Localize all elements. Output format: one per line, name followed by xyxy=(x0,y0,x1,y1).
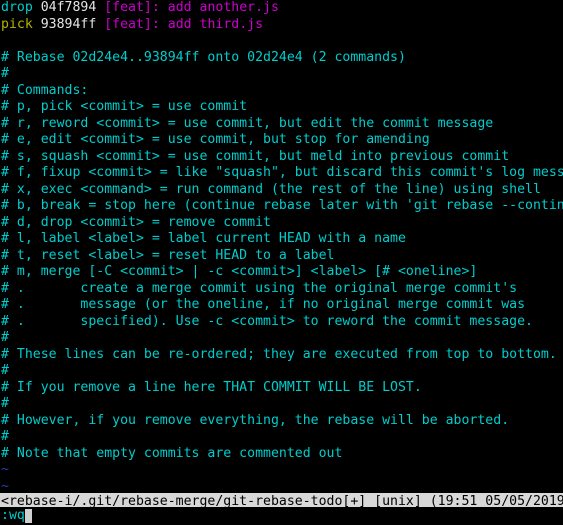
comment-text: # f, fixup <commit> = like "squash", but… xyxy=(1,165,563,180)
comment-line[interactable]: # These lines can be re-ordered; they ar… xyxy=(0,347,563,364)
blank-line[interactable] xyxy=(0,33,563,50)
comment-line[interactable]: # xyxy=(0,396,563,413)
todo-commit-hash: 04f7894 xyxy=(32,0,97,15)
comment-text: # b, break = stop here (continue rebase … xyxy=(1,198,563,213)
todo-line[interactable]: pick 93894ff [feat]: add third.js xyxy=(0,17,563,34)
comment-line[interactable]: # xyxy=(0,330,563,347)
comment-line[interactable]: # m, merge [-C <commit> | -c <commit>] <… xyxy=(0,264,563,281)
comment-line[interactable]: # Note that empty commits are commented … xyxy=(0,446,563,463)
comment-text: # . create a merge commit using the orig… xyxy=(1,280,518,296)
comment-line[interactable]: # f, fixup <commit> = like "squash", but… xyxy=(0,165,563,182)
comment-text: # xyxy=(1,66,9,81)
comment-text: # . message (or the oneline, if no origi… xyxy=(1,297,526,312)
comment-text: # t, reset <label> = reset HEAD to a lab… xyxy=(1,247,335,263)
command-line-text: :wq xyxy=(1,508,25,523)
comment-line[interactable]: # Commands: xyxy=(0,83,563,100)
comment-line[interactable]: # e, edit <commit> = use commit, but sto… xyxy=(0,132,563,149)
comment-line[interactable]: # d, drop <commit> = remove commit xyxy=(0,215,563,232)
comment-text: # Note that empty commits are commented … xyxy=(1,445,343,461)
comment-line[interactable]: # s, squash <commit> = use commit, but m… xyxy=(0,149,563,166)
comment-line[interactable]: # l, label <label> = label current HEAD … xyxy=(0,231,563,248)
text-cursor xyxy=(24,509,32,523)
comment-text: # l, label <label> = label current HEAD … xyxy=(1,231,406,246)
comment-line[interactable]: # xyxy=(0,429,563,446)
comment-text: # However, if you remove everything, the… xyxy=(1,412,510,428)
comment-text: # xyxy=(1,429,9,444)
comment-line[interactable]: # Rebase 02d24e4..93894ff onto 02d24e4 (… xyxy=(0,50,563,67)
comment-line[interactable]: # . create a merge commit using the orig… xyxy=(0,281,563,298)
todo-command: drop xyxy=(1,0,33,15)
comment-line[interactable]: # If you remove a line here THAT COMMIT … xyxy=(0,380,563,397)
todo-command: pick xyxy=(1,16,33,32)
todo-commit-message: [feat]: add third.js xyxy=(96,16,264,32)
comment-text: # These lines can be re-ordered; they ar… xyxy=(1,346,557,362)
empty-line-marker[interactable]: ~ xyxy=(0,462,563,479)
comment-text: # p, pick <commit> = use commit xyxy=(1,99,248,114)
comment-text: # If you remove a line here THAT COMMIT … xyxy=(1,379,422,395)
tilde-icon: ~ xyxy=(1,478,9,493)
comment-text: # r, reword <commit> = use commit, but e… xyxy=(1,115,494,131)
comment-line[interactable]: # r, reword <commit> = use commit, but e… xyxy=(0,116,563,133)
terminal-window: drop 04f7894 [feat]: add another.js pick … xyxy=(0,0,563,525)
empty-line-marker[interactable]: ~ xyxy=(0,479,563,493)
comment-text: # xyxy=(1,363,9,378)
comment-text: # x, exec <command> = run command (the r… xyxy=(1,181,541,197)
vim-statusline: <rebase-i/.git/rebase-merge/git-rebase-t… xyxy=(0,492,563,507)
comment-line[interactable]: # p, pick <commit> = use commit xyxy=(0,99,563,116)
comment-text: # xyxy=(1,330,9,345)
comment-text: # m, merge [-C <commit> | -c <commit>] <… xyxy=(1,264,478,279)
comment-line[interactable]: # . message (or the oneline, if no origi… xyxy=(0,297,563,314)
comment-text: # s, squash <commit> = use commit, but m… xyxy=(1,148,510,164)
comment-line[interactable]: # b, break = stop here (continue rebase … xyxy=(0,198,563,215)
comment-text: # xyxy=(1,396,9,411)
comment-text: # d, drop <commit> = remove commit xyxy=(1,214,271,230)
vim-command-line[interactable]: :wq xyxy=(0,507,563,525)
todo-commit-hash: 93894ff xyxy=(32,16,97,32)
comment-line[interactable]: # x, exec <command> = run command (the r… xyxy=(0,182,563,199)
comment-text: # Commands: xyxy=(1,82,89,98)
comment-line[interactable]: # t, reset <label> = reset HEAD to a lab… xyxy=(0,248,563,265)
tilde-icon: ~ xyxy=(1,462,9,477)
comment-text: # . specified). Use -c <commit> to rewor… xyxy=(1,313,533,329)
vim-buffer[interactable]: drop 04f7894 [feat]: add another.js pick … xyxy=(0,0,563,493)
comment-line[interactable]: # However, if you remove everything, the… xyxy=(0,413,563,430)
todo-line[interactable]: drop 04f7894 [feat]: add another.js xyxy=(0,0,563,17)
comment-line[interactable]: # xyxy=(0,363,563,380)
comment-text: # Rebase 02d24e4..93894ff onto 02d24e4 (… xyxy=(1,49,406,65)
comment-line[interactable]: # xyxy=(0,66,563,83)
comment-line[interactable]: # . specified). Use -c <commit> to rewor… xyxy=(0,314,563,331)
todo-commit-message: [feat]: add another.js xyxy=(96,0,279,15)
comment-text: # e, edit <commit> = use commit, but sto… xyxy=(1,132,430,147)
